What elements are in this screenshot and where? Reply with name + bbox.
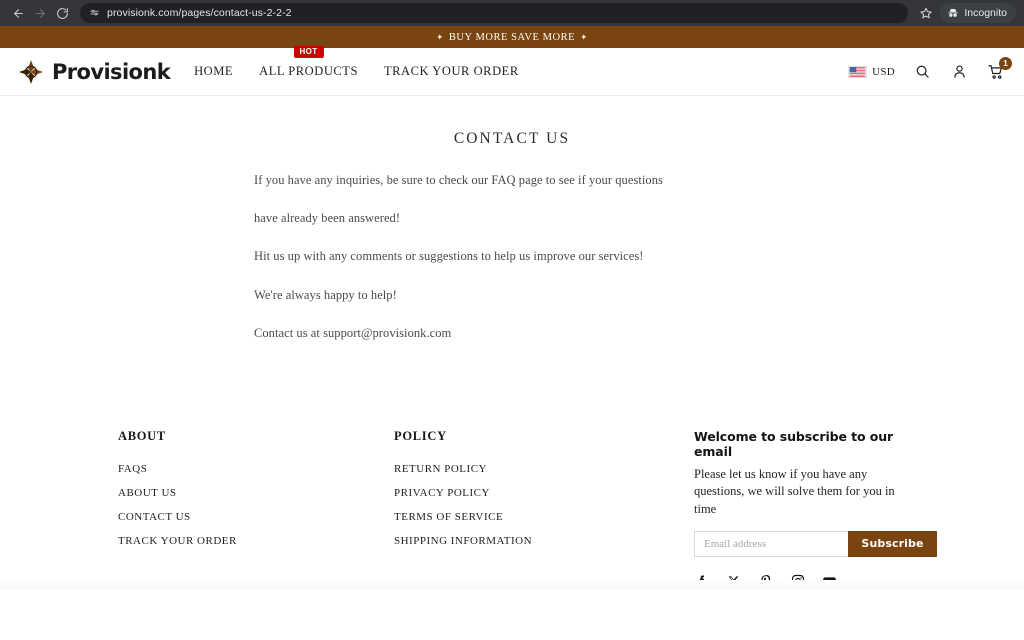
- footer-column-newsletter: Welcome to subscribe to our email Please…: [694, 429, 937, 589]
- incognito-icon: [948, 9, 959, 17]
- sparkle-right-icon: ✦: [580, 31, 588, 42]
- footer-column-policy: POLICY RETURN POLICY PRIVACY POLICY TERM…: [394, 429, 694, 589]
- reload-button[interactable]: [52, 3, 72, 23]
- footer-link-contact-us[interactable]: CONTACT US: [118, 511, 394, 523]
- browser-toolbar-right: Incognito: [916, 3, 1016, 23]
- forward-button[interactable]: [30, 3, 50, 23]
- hot-badge: HOT: [293, 46, 324, 58]
- arrow-right-icon: [35, 8, 45, 18]
- nav-item-track-your-order[interactable]: TRACK YOUR ORDER: [384, 60, 519, 83]
- nav-item-all-products[interactable]: HOT ALL PRODUCTS: [259, 46, 358, 83]
- incognito-label: Incognito: [964, 7, 1007, 19]
- paragraph-support-email: Contact us at support@provisionk.com: [254, 326, 452, 340]
- address-bar-url: provisionk.com/pages/contact-us-2-2-2: [107, 7, 292, 19]
- page-bottom-band: [0, 579, 1024, 589]
- back-button[interactable]: [8, 3, 28, 23]
- footer-link-privacy-policy[interactable]: PRIVACY POLICY: [394, 487, 694, 499]
- nav-item-track-your-order-label: TRACK YOUR ORDER: [383, 64, 519, 78]
- site-settings-icon[interactable]: [89, 8, 100, 19]
- currency-code: USD: [872, 65, 895, 78]
- main-content: CONTACT US If you have any inquiries, be…: [0, 96, 1024, 426]
- newsletter-subscribe-button[interactable]: Subscribe: [848, 530, 937, 557]
- contact-body-copy: If you have any inquiries, be sure to ch…: [0, 174, 1024, 340]
- reload-icon: [56, 7, 68, 19]
- paragraph-happy-to-help: We're always happy to help!: [254, 287, 397, 302]
- nav-item-all-products-label: ALL PRODUCTS: [259, 64, 358, 78]
- brand-logo[interactable]: Provisionk: [16, 57, 171, 87]
- sparkle-left-icon: ✦: [436, 31, 444, 42]
- incognito-indicator[interactable]: Incognito: [940, 3, 1016, 23]
- nav-item-home[interactable]: HOME: [194, 60, 233, 83]
- account-person-icon: [953, 65, 965, 78]
- compass-diamond-logo-icon: [19, 59, 43, 84]
- page-title: CONTACT US: [453, 130, 571, 147]
- newsletter-email-input[interactable]: [694, 530, 848, 557]
- bookmark-button[interactable]: [916, 3, 936, 23]
- account-button[interactable]: [949, 62, 969, 82]
- cart-button[interactable]: 1: [986, 56, 1012, 82]
- paragraph-suggestions: Hit us up with any comments or suggestio…: [254, 249, 644, 263]
- newsletter-title: Welcome to subscribe to our email: [694, 429, 894, 459]
- address-bar[interactable]: provisionk.com/pages/contact-us-2-2-2: [80, 3, 909, 23]
- footer-column-about: ABOUT FAQS ABOUT US CONTACT US TRACK YOU…: [118, 429, 394, 589]
- site-header: Provisionk HOME HOT ALL PRODUCTS TRACK Y…: [0, 46, 1024, 96]
- us-flag-icon: [848, 65, 868, 78]
- brand-name: Provisionk: [52, 59, 171, 84]
- footer-columns: ABOUT FAQS ABOUT US CONTACT US TRACK YOU…: [0, 426, 1024, 589]
- paragraph-inquiries-line1: If you have any inquiries, be sure to ch…: [254, 173, 663, 187]
- site-footer: ABOUT FAQS ABOUT US CONTACT US TRACK YOU…: [0, 426, 1024, 589]
- footer-link-track-your-order[interactable]: TRACK YOUR ORDER: [118, 535, 394, 547]
- footer-policy-title: POLICY: [394, 429, 447, 443]
- newsletter-description: Please let us know if you have any quest…: [694, 467, 895, 516]
- browser-toolbar: provisionk.com/pages/contact-us-2-2-2 In…: [0, 0, 1024, 26]
- search-button[interactable]: [912, 62, 932, 82]
- footer-link-terms-of-service[interactable]: TERMS OF SERVICE: [394, 511, 694, 523]
- main-navigation: HOME HOT ALL PRODUCTS TRACK YOUR ORDER: [194, 46, 519, 83]
- newsletter-form: Subscribe: [694, 530, 937, 557]
- footer-link-faqs[interactable]: FAQS: [118, 463, 394, 475]
- star-icon: [920, 7, 932, 19]
- announcement-bar: ✦ BUY MORE SAVE MORE ✦: [0, 26, 1024, 48]
- footer-about-title: ABOUT: [118, 429, 166, 443]
- footer-link-about-us[interactable]: ABOUT US: [118, 487, 394, 499]
- announcement-text: BUY MORE SAVE MORE: [448, 31, 576, 43]
- header-actions: USD 1: [848, 56, 1012, 82]
- cart-count-badge: 1: [999, 56, 1012, 70]
- footer-link-shipping-information[interactable]: SHIPPING INFORMATION: [394, 535, 694, 547]
- currency-selector[interactable]: USD: [848, 65, 895, 78]
- arrow-left-icon: [13, 8, 23, 18]
- nav-item-home-label: HOME: [194, 64, 234, 78]
- search-icon: [916, 65, 929, 78]
- paragraph-inquiries-line2: have already been answered!: [254, 210, 401, 225]
- footer-link-return-policy[interactable]: RETURN POLICY: [394, 463, 694, 475]
